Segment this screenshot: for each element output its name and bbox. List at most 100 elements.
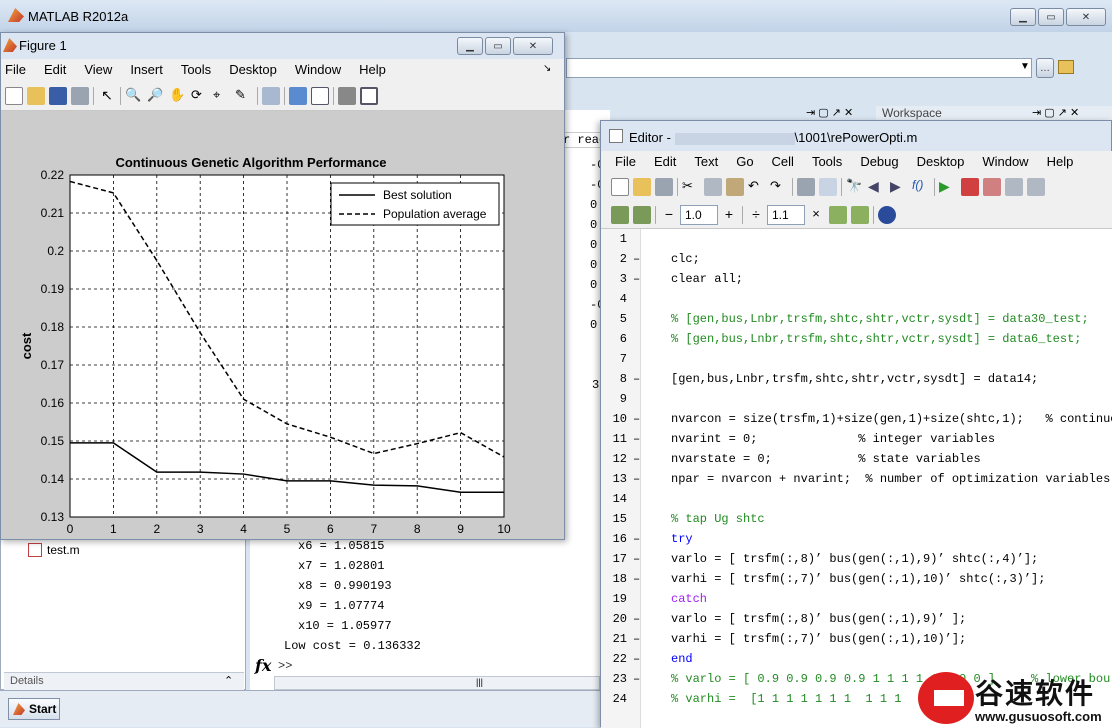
rotate-icon[interactable]: ⟳ — [191, 87, 209, 105]
code-line[interactable]: 14 — [601, 489, 1112, 509]
menu-help[interactable]: Help — [350, 59, 395, 81]
menu-help[interactable]: Help — [1038, 151, 1083, 173]
menu-debug[interactable]: Debug — [851, 151, 907, 173]
breakpoint-marker[interactable]: – — [633, 449, 640, 469]
menu-window[interactable]: Window — [973, 151, 1037, 173]
panel-controls[interactable]: ⇥ ▢ ↗ ✕ — [806, 106, 853, 119]
menu-desktop[interactable]: Desktop — [220, 59, 286, 81]
code-line[interactable]: 2– clc; — [601, 249, 1112, 269]
close-icon[interactable]: ✕ — [1066, 8, 1106, 26]
breakpoint-marker[interactable]: – — [633, 429, 640, 449]
breakpoint-marker[interactable]: – — [633, 629, 640, 649]
paste-icon[interactable] — [726, 178, 744, 196]
save-icon[interactable] — [49, 86, 67, 105]
step-icon[interactable] — [1005, 178, 1023, 196]
minimize-icon[interactable]: ▁ — [457, 37, 483, 55]
copy-icon[interactable] — [704, 178, 722, 196]
code-line[interactable]: 4 — [601, 289, 1112, 309]
colorbar-icon[interactable] — [289, 86, 307, 105]
close-icon[interactable]: ✕ — [513, 37, 553, 55]
redo-icon[interactable]: ↷ — [770, 178, 788, 196]
minus-icon[interactable]: − — [660, 206, 678, 224]
menu-text[interactable]: Text — [685, 151, 727, 173]
menu-file[interactable]: File — [601, 151, 645, 173]
pan-icon[interactable]: ✋ — [169, 87, 187, 105]
back-icon[interactable]: ◀ — [868, 178, 886, 196]
code-line[interactable]: 21– varhi = [ trsfm(:,7)’ bus(gen(:,1),10… — [601, 629, 1112, 649]
open-file-icon[interactable] — [27, 86, 45, 105]
zoom-out-icon[interactable]: 🔎 — [147, 87, 165, 105]
breakpoint-marker[interactable]: – — [633, 369, 640, 389]
menu-desktop[interactable]: Desktop — [908, 151, 974, 173]
code-line[interactable]: 9 — [601, 389, 1112, 409]
code-line[interactable]: 7 — [601, 349, 1112, 369]
menu-edit[interactable]: Edit — [645, 151, 685, 173]
publish-icon[interactable] — [819, 178, 837, 196]
cut-icon[interactable]: ✂ — [682, 178, 700, 196]
scrollbar-grip-icon[interactable]: ||| — [476, 677, 483, 687]
code-line[interactable]: 16– try — [601, 529, 1112, 549]
print-icon[interactable] — [71, 86, 89, 105]
clear-breakpoints-icon[interactable] — [983, 178, 1001, 196]
pointer-icon[interactable]: ↖ — [98, 87, 116, 105]
breakpoint-marker[interactable]: – — [633, 549, 640, 569]
cell-advance-icon[interactable] — [851, 205, 869, 224]
minimize-icon[interactable]: ▁ — [1010, 8, 1036, 26]
fx-icon[interactable]: fx — [255, 656, 271, 675]
code-line[interactable]: 10– nvarcon = size(trsfm,1)+size(gen,1)+s… — [601, 409, 1112, 429]
start-button[interactable]: Start — [8, 698, 60, 720]
open-file-icon[interactable] — [633, 178, 651, 196]
details-header[interactable]: Details — [4, 672, 244, 690]
run-icon[interactable]: ▶ — [939, 178, 957, 196]
plus-icon[interactable]: + — [720, 206, 738, 224]
menu-cell[interactable]: Cell — [763, 151, 803, 173]
divide-icon[interactable]: ÷ — [747, 206, 765, 224]
file-item-test[interactable]: test.m — [47, 543, 80, 557]
menu-view[interactable]: View — [75, 59, 121, 81]
menu-insert[interactable]: Insert — [121, 59, 172, 81]
link-plot-icon[interactable] — [262, 86, 280, 105]
code-line[interactable]: 17– varlo = [ trsfm(:,8)’ bus(gen(:,1),9)… — [601, 549, 1112, 569]
menu-tools[interactable]: Tools — [172, 59, 220, 81]
breakpoint-marker[interactable]: – — [633, 469, 640, 489]
code-line[interactable]: 22– end — [601, 649, 1112, 669]
code-line[interactable]: 13– npar = nvarcon + nvarint; % number of… — [601, 469, 1112, 489]
cell-eval-icon[interactable] — [633, 205, 651, 224]
code-line[interactable]: 18– varhi = [ trsfm(:,7)’ bus(gen(:,1),10… — [601, 569, 1112, 589]
menu-edit[interactable]: Edit — [35, 59, 75, 81]
code-line[interactable]: 6 % [gen,bus,Lnbr,trsfm,shtc,shtr,vctr,sy… — [601, 329, 1112, 349]
workspace-panel-controls[interactable]: ⇥ ▢ ↗ ✕ — [1032, 106, 1079, 119]
zoom-in-icon[interactable]: 🔍 — [125, 87, 143, 105]
current-folder-input[interactable] — [566, 58, 1032, 78]
breakpoint-marker[interactable]: – — [633, 409, 640, 429]
breakpoint-marker[interactable]: – — [633, 529, 640, 549]
find-icon[interactable]: 🔭 — [846, 178, 864, 196]
brush-icon[interactable]: ✎ — [235, 87, 253, 105]
hide-plot-tools-icon[interactable] — [338, 86, 356, 105]
undo-icon[interactable]: ↶ — [748, 178, 766, 196]
breakpoint-marker[interactable]: – — [633, 649, 640, 669]
function-icon[interactable]: f() — [912, 178, 930, 196]
code-line[interactable]: 3– clear all; — [601, 269, 1112, 289]
folder-up-icon[interactable] — [1058, 60, 1074, 74]
menu-tools[interactable]: Tools — [803, 151, 851, 173]
code-line[interactable]: 8– [gen,bus,Lnbr,trsfm,shtc,shtr,vctr,sys… — [601, 369, 1112, 389]
breakpoint-marker[interactable]: – — [633, 569, 640, 589]
scale-value-input[interactable] — [767, 204, 805, 225]
menu-file[interactable]: File — [1, 59, 35, 81]
maximize-icon[interactable]: ▭ — [485, 37, 511, 55]
step-in-icon[interactable] — [1027, 178, 1045, 196]
menu-window[interactable]: Window — [286, 59, 350, 81]
code-line[interactable]: 1 — [601, 229, 1112, 249]
code-line[interactable]: 5 % [gen,bus,Lnbr,trsfm,shtc,shtr,vctr,sy… — [601, 309, 1112, 329]
save-icon[interactable] — [655, 178, 673, 196]
cell-run-icon[interactable] — [829, 205, 847, 224]
insert-cell-icon[interactable] — [611, 205, 629, 224]
print-icon[interactable] — [797, 178, 815, 196]
browse-folder-button[interactable]: … — [1036, 58, 1054, 78]
data-cursor-icon[interactable]: ⌖ — [213, 87, 231, 105]
legend-icon[interactable] — [311, 86, 329, 105]
code-editor[interactable]: 1 2– clc; 3– clear all; 4 5% [gen,bus,Lnbr,trs… — [601, 229, 1112, 728]
breakpoint-icon[interactable] — [961, 178, 979, 196]
maximize-icon[interactable]: ▭ — [1038, 8, 1064, 26]
